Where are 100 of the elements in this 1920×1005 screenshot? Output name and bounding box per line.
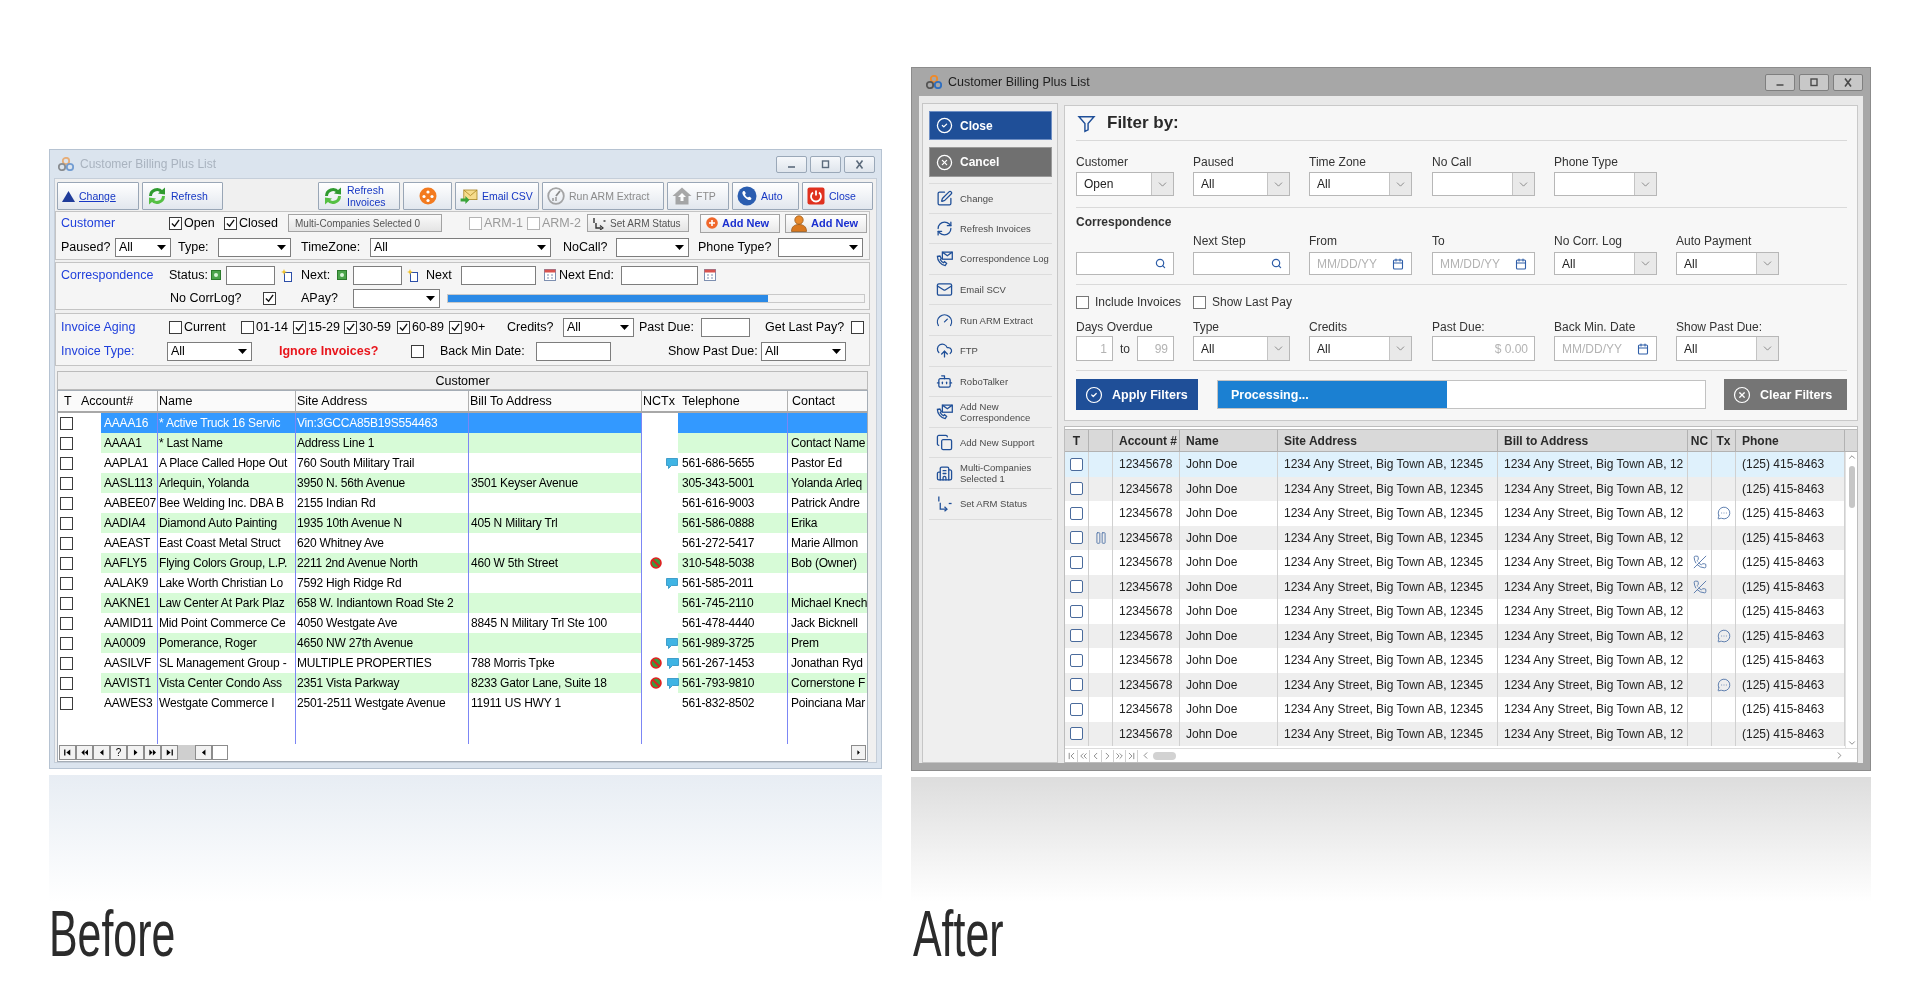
scroll-right-icon[interactable] xyxy=(851,744,866,760)
column-header[interactable]: Site Address xyxy=(1278,430,1498,451)
double-right-icon[interactable] xyxy=(144,744,161,760)
column-header[interactable]: Bill to Address xyxy=(1498,430,1688,451)
table-row[interactable]: 12345678 John Doe 1234 Any Street, Big Town AB, 12345 1234 Any Street, Big Town AB, 12 (125) 415-8463 xyxy=(1065,623,1845,648)
sidebar-item[interactable]: Run ARM Extract xyxy=(929,305,1052,336)
input-field[interactable] xyxy=(226,265,275,285)
dropdown[interactable]: All xyxy=(1193,172,1290,196)
checkbox[interactable] xyxy=(851,320,864,334)
dropdown[interactable]: All xyxy=(370,237,551,257)
column-header[interactable]: NCTx xyxy=(641,391,678,411)
input-field[interactable] xyxy=(536,341,611,361)
table-row[interactable]: AAWES3 Westgate Commerce I 2501-2511 Westgate Avenue 11911 US HWY 1 561-832-8502 Poinciana Mar xyxy=(58,693,867,713)
checkbox[interactable] xyxy=(60,556,73,570)
dropdown[interactable]: All xyxy=(115,237,171,257)
checkbox[interactable] xyxy=(60,676,73,690)
scrollbar-thumb[interactable] xyxy=(1848,466,1855,508)
cancel-button[interactable]: Cancel xyxy=(929,147,1052,177)
column-header[interactable]: Name xyxy=(157,391,295,411)
set-status-button[interactable]: Set ARM Status xyxy=(587,214,689,232)
table-row[interactable]: 12345678 John Doe 1234 Any Street, Big Town AB, 12345 1234 Any Street, Big Town AB, 12 (125) 415-8463 xyxy=(1065,476,1845,501)
toolbar-button[interactable]: Close xyxy=(802,182,873,210)
sidebar-item[interactable]: Refresh Invoices xyxy=(929,213,1052,245)
close-button[interactable] xyxy=(1833,73,1863,91)
input-field[interactable] xyxy=(621,265,698,285)
checkbox[interactable] xyxy=(1070,727,1083,741)
add-new-button[interactable]: Add New xyxy=(700,213,780,233)
toolbar-button[interactable]: Refresh xyxy=(142,182,223,210)
checkbox[interactable] xyxy=(169,216,182,230)
table-row[interactable]: 12345678 John Doe 1234 Any Street, Big Town AB, 12345 1234 Any Street, Big Town AB, 12 (125) 415-8463 xyxy=(1065,721,1845,746)
table-row[interactable]: AA0009 Pomerance, Roger 4650 NW 27th Avenue 561-989-3725 Prem xyxy=(58,633,867,653)
input-field[interactable] xyxy=(353,265,402,285)
dropdown[interactable] xyxy=(778,237,863,257)
checkbox[interactable] xyxy=(1070,678,1083,692)
toolbar-button[interactable]: Change xyxy=(57,182,139,210)
checkbox[interactable] xyxy=(344,320,357,334)
checkbox[interactable] xyxy=(1070,482,1083,496)
checkbox[interactable] xyxy=(60,576,73,590)
double-left-icon[interactable] xyxy=(76,744,93,760)
scrollbar-thumb[interactable] xyxy=(1153,751,1176,760)
table-row[interactable]: 12345678 John Doe 1234 Any Street, Big Town AB, 12345 1234 Any Street, Big Town AB, 12 (125) 415-8463 xyxy=(1065,574,1845,599)
column-header[interactable]: T xyxy=(58,391,76,411)
dropdown[interactable]: Open xyxy=(1076,172,1174,196)
scroll-left-icon[interactable] xyxy=(195,744,212,760)
sparkle-page-icon[interactable] xyxy=(281,268,292,282)
checkbox[interactable] xyxy=(60,536,73,550)
column-header[interactable]: T xyxy=(1065,430,1089,451)
dropdown[interactable] xyxy=(353,288,440,308)
column-header[interactable]: NC xyxy=(1688,430,1712,451)
checkbox[interactable] xyxy=(1070,506,1083,520)
table-row[interactable]: 12345678 John Doe 1234 Any Street, Big Town AB, 12345 1234 Any Street, Big Town AB, 12 (125) 415-8463 xyxy=(1065,672,1845,697)
checkbox[interactable] xyxy=(169,320,182,334)
sidebar-item[interactable]: Multi-Companies Selected 1 xyxy=(929,458,1052,489)
column-header[interactable]: Contact xyxy=(787,391,867,411)
multi-companies-button[interactable]: Multi-Companies Selected 0 xyxy=(288,214,442,232)
search-field[interactable] xyxy=(1076,252,1174,275)
table-row[interactable]: AASL113 Arlequin, Yolanda 3950 N. 56th Avenue 3501 Keyser Avenue 305-343-5001 Yolanda Arleq xyxy=(58,473,867,493)
checkbox[interactable] xyxy=(1070,580,1083,594)
calendar-icon[interactable] xyxy=(704,269,716,281)
dropdown[interactable] xyxy=(616,237,689,257)
checkbox[interactable] xyxy=(60,596,73,610)
help-button[interactable]: ? xyxy=(110,744,127,760)
checkbox[interactable] xyxy=(397,320,410,334)
clear-filters-button[interactable]: Clear Filters xyxy=(1724,379,1847,410)
checkbox[interactable] xyxy=(60,696,73,710)
checkbox[interactable] xyxy=(60,616,73,630)
checkbox[interactable] xyxy=(263,291,276,305)
column-header[interactable]: Bill To Address xyxy=(468,391,641,411)
dropdown[interactable]: All xyxy=(167,341,252,361)
minimize-button[interactable] xyxy=(1765,73,1795,91)
sidebar-item[interactable]: RoboTalker xyxy=(929,366,1052,398)
toolbar-button[interactable]: Auto xyxy=(732,182,799,210)
checkbox[interactable] xyxy=(1070,555,1083,569)
apply-filters-button[interactable]: Apply Filters xyxy=(1076,379,1198,410)
column-header[interactable]: Account # xyxy=(1113,430,1180,451)
column-header[interactable]: Telephone xyxy=(678,391,787,411)
column-header[interactable]: Site Address xyxy=(295,391,468,411)
toolbar-button[interactable]: Email CSV xyxy=(455,182,539,210)
maximize-button[interactable] xyxy=(810,155,841,173)
checkbox[interactable] xyxy=(60,456,73,470)
checkbox[interactable] xyxy=(293,320,306,334)
table-row[interactable]: 12345678 John Doe 1234 Any Street, Big Town AB, 12345 1234 Any Street, Big Town AB, 12 (125) 415-8463 xyxy=(1065,525,1845,550)
checkbox[interactable] xyxy=(60,416,73,430)
checkbox[interactable] xyxy=(1070,531,1083,545)
maximize-button[interactable] xyxy=(1799,73,1829,91)
close-button[interactable] xyxy=(844,155,875,173)
sidebar-item[interactable]: FTP xyxy=(929,335,1052,367)
column-header[interactable]: Name xyxy=(1180,430,1278,451)
input-field[interactable] xyxy=(461,265,536,285)
checkbox[interactable] xyxy=(411,344,424,358)
checkbox[interactable] xyxy=(224,216,237,230)
dropdown[interactable]: All xyxy=(563,317,634,337)
table-row[interactable]: AAAA1 * Last Name Address Line 1 Contact Name xyxy=(58,433,867,453)
checkbox[interactable] xyxy=(60,516,73,530)
column-header[interactable]: Phone xyxy=(1736,430,1845,451)
scrollbar-thumb[interactable] xyxy=(212,744,228,760)
dropdown[interactable]: All xyxy=(1676,336,1779,361)
table-row[interactable]: AAFLY5 Flying Colors Group, L.P. 2211 2nd Avenue North 460 W 5th Street 310-548-5038 Bob (Owner) xyxy=(58,553,867,573)
dropdown[interactable]: All xyxy=(761,341,846,361)
sparkle-page-icon[interactable] xyxy=(407,268,418,282)
